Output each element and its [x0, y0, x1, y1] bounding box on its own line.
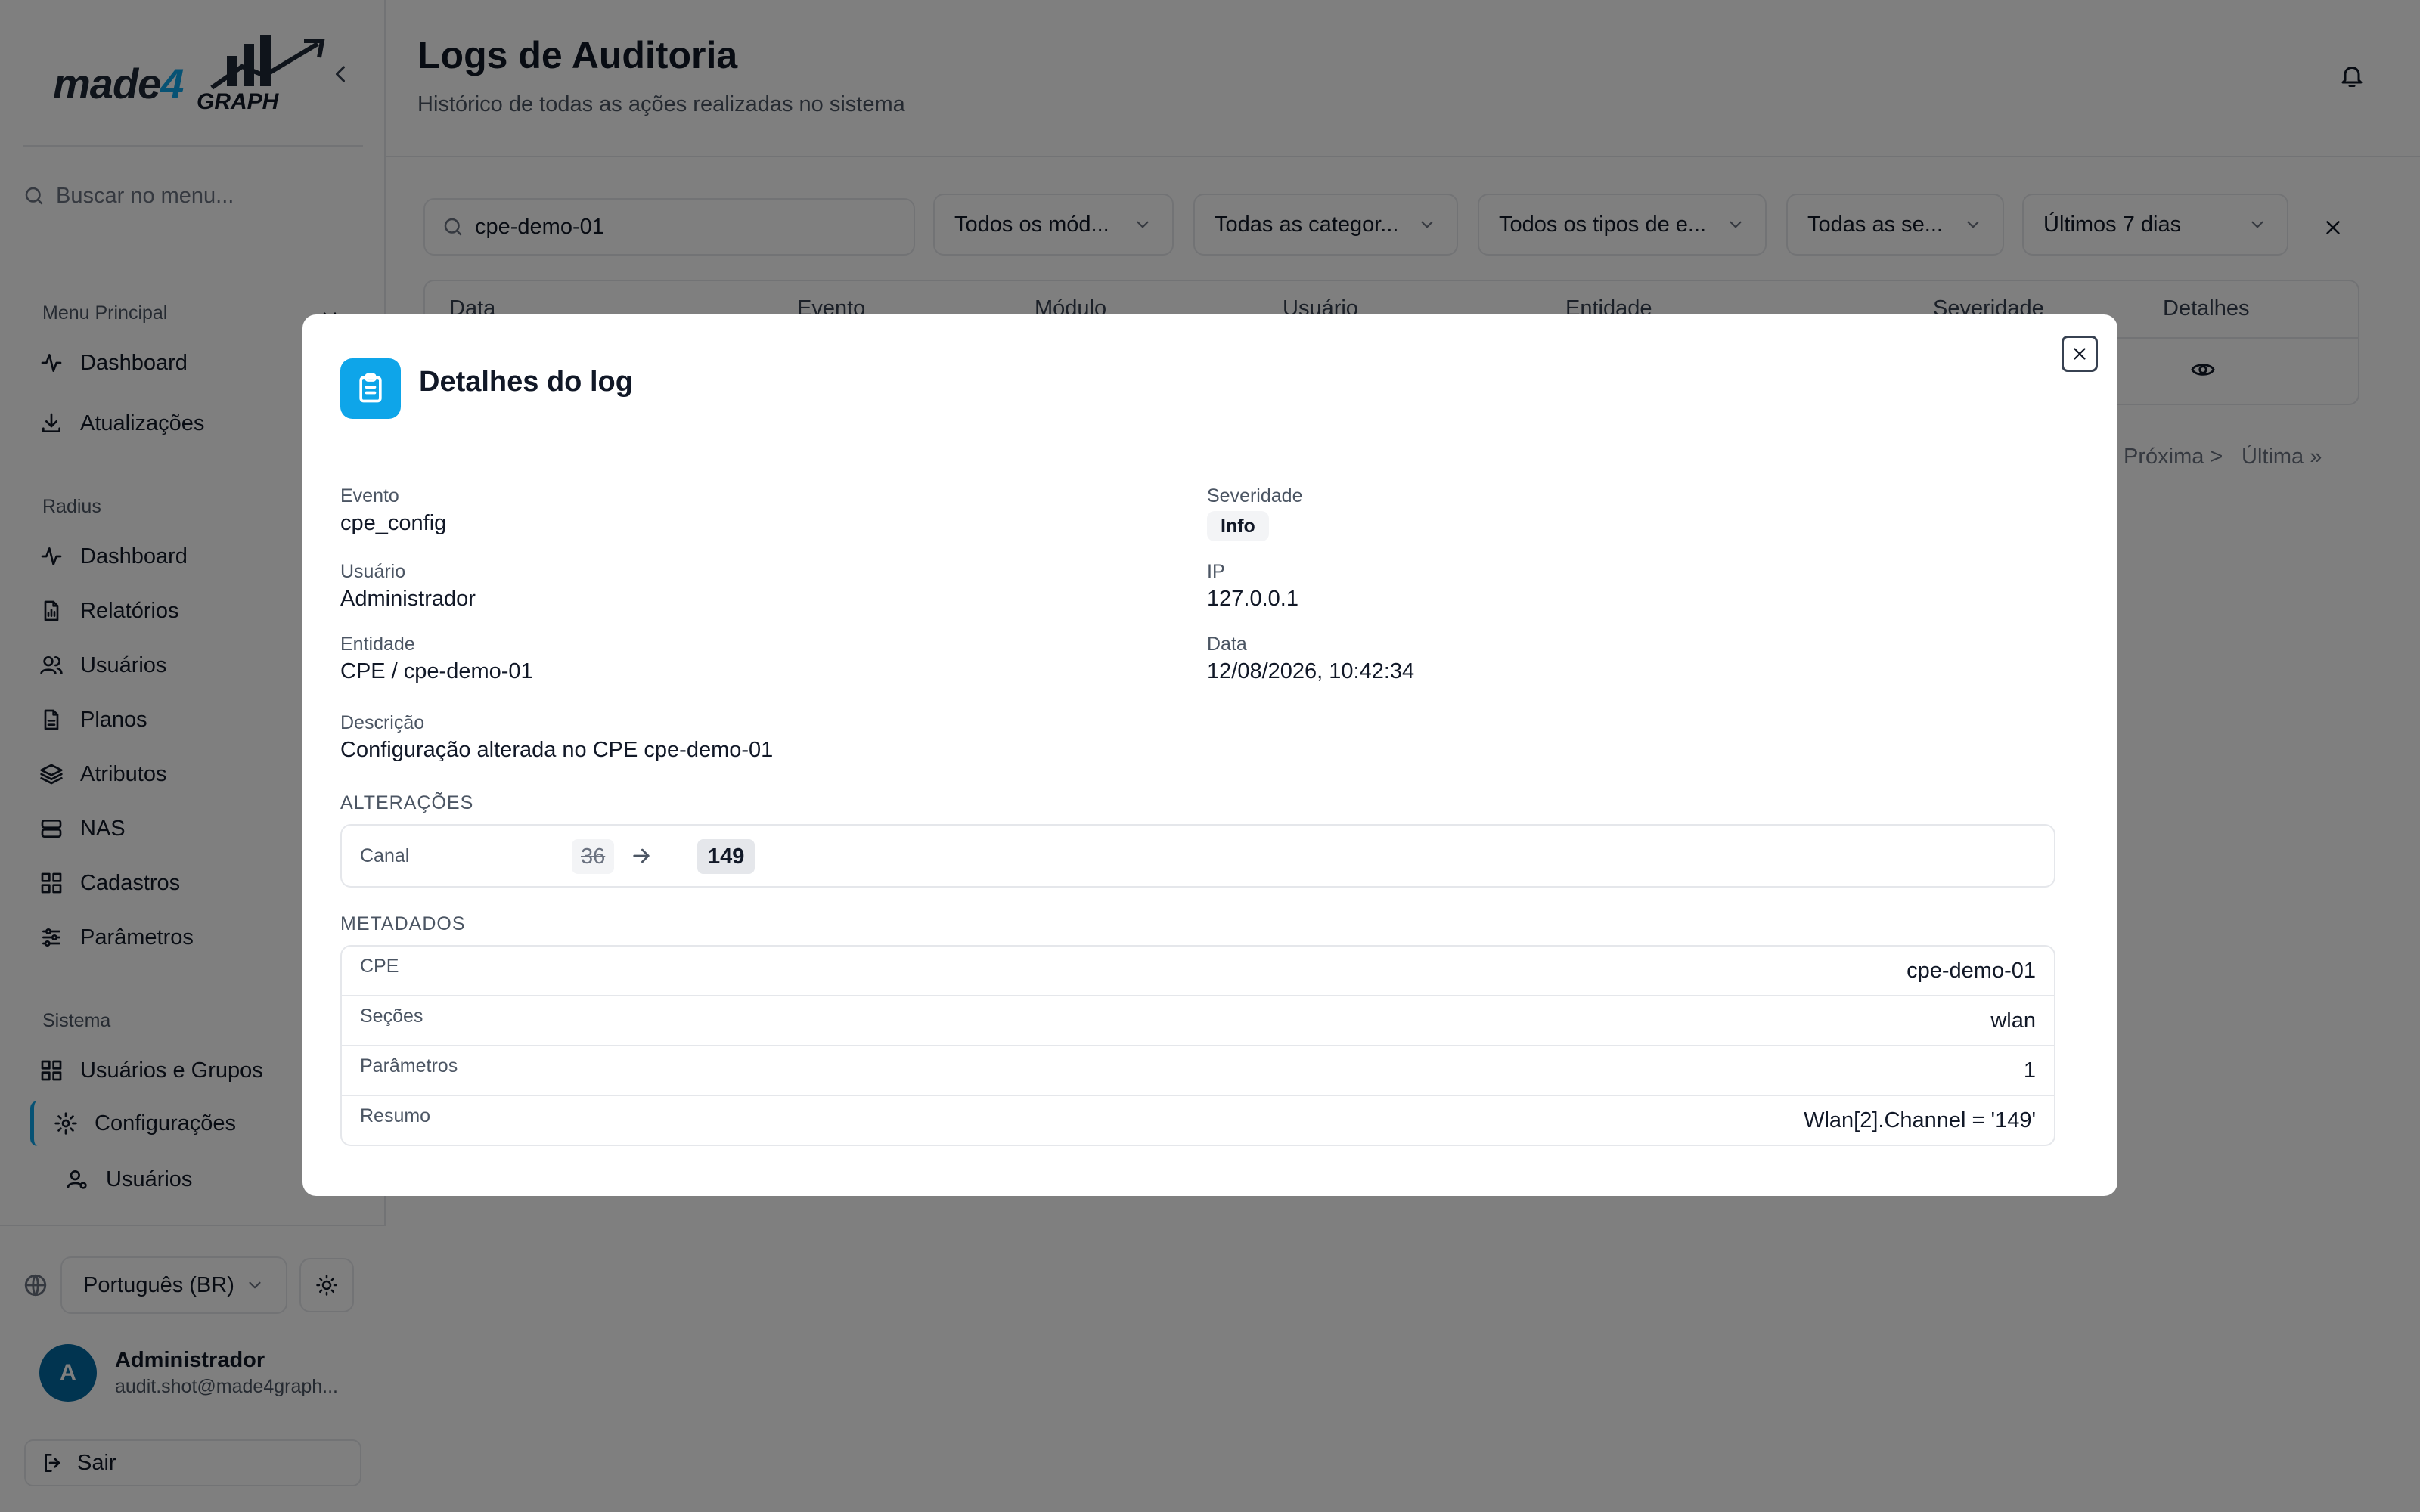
metadata-row: Seções wlan [342, 996, 2054, 1046]
change-old-value: 36 [572, 839, 615, 874]
metadata-key: Parâmetros [360, 1055, 458, 1077]
dialog-title: Detalhes do log [419, 366, 633, 398]
metadata-key: Resumo [360, 1105, 431, 1126]
user-value: Administrador [340, 587, 476, 611]
change-field: Canal [360, 845, 410, 866]
close-dialog-button[interactable] [2062, 336, 2098, 372]
metadata-row: Parâmetros 1 [342, 1046, 2054, 1096]
change-new-value: 149 [697, 839, 755, 874]
metadata-key: Seções [360, 1005, 424, 1027]
ip-label: IP [1207, 561, 1225, 582]
description-label: Descrição [340, 712, 425, 733]
date-label: Data [1207, 634, 1247, 655]
event-label: Evento [340, 485, 399, 507]
close-icon [2074, 348, 2086, 360]
entity-label: Entidade [340, 634, 415, 655]
metadata-value: wlan [1990, 1009, 2036, 1033]
severity-badge: Info [1207, 511, 1269, 541]
changes-section-title: ALTERAÇÕES [340, 792, 474, 813]
metadata-value: cpe-demo-01 [1907, 959, 2036, 983]
severity-label: Severidade [1207, 485, 1303, 507]
metadata-row: CPE cpe-demo-01 [342, 947, 2054, 996]
ip-value: 127.0.0.1 [1207, 587, 1298, 611]
metadata-key: CPE [360, 956, 399, 977]
metadata-row: Resumo Wlan[2].Channel = '149' [342, 1096, 2054, 1145]
metadata-value: Wlan[2].Channel = '149' [1804, 1108, 2036, 1132]
metadata-table: CPE cpe-demo-01 Seções wlan Parâmetros 1… [340, 945, 2055, 1146]
arrow-right-icon [633, 848, 650, 863]
metadata-value: 1 [2023, 1058, 2036, 1083]
user-label: Usuário [340, 561, 406, 582]
entity-value: CPE / cpe-demo-01 [340, 659, 533, 683]
log-details-dialog: Detalhes do log Evento cpe_config Severi… [302, 314, 2118, 1196]
metadata-section-title: METADADOS [340, 913, 466, 934]
date-value: 12/08/2026, 10:42:34 [1207, 659, 1415, 683]
event-value: cpe_config [340, 511, 447, 535]
clipboard-icon [340, 358, 401, 419]
description-value: Configuração alterada no CPE cpe-demo-01 [340, 738, 774, 762]
change-row: Canal 36 149 [340, 824, 2055, 888]
